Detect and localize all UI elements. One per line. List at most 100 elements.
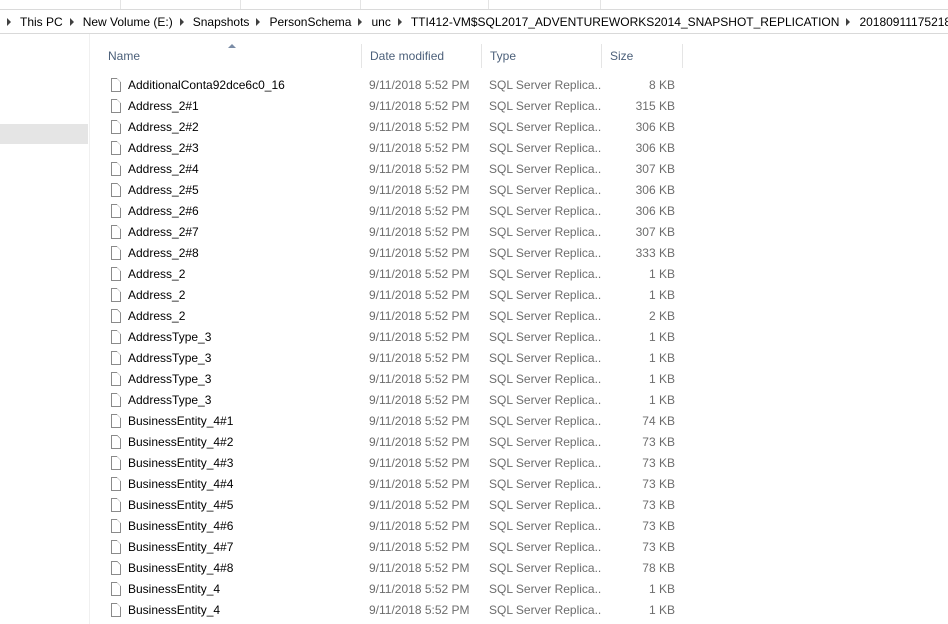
file-name-cell: Address_2#2 [100, 119, 361, 134]
file-date-modified: 9/11/2018 5:52 PM [369, 413, 470, 428]
pane-divider[interactable] [89, 34, 90, 624]
file-row[interactable]: BusinessEntity_4#2 9/11/2018 5:52 PM SQL S… [100, 431, 683, 452]
file-row[interactable]: AdditionalConta92dce6c0_16 9/11/2018 5:52… [100, 74, 683, 95]
chevron-right-icon[interactable] [69, 17, 74, 26]
column-header-type[interactable]: Type [482, 44, 602, 68]
file-name-cell: Address_2#8 [100, 245, 361, 260]
chevron-right-icon[interactable] [397, 17, 402, 26]
breadcrumb-item[interactable]: unc [351, 11, 391, 33]
file-row[interactable]: Address_2#3 9/11/2018 5:52 PM SQL Server R… [100, 137, 683, 158]
ribbon-divider [488, 0, 489, 9]
chevron-right-icon[interactable] [179, 17, 184, 26]
file-row[interactable]: Address_2#2 9/11/2018 5:52 PM SQL Server R… [100, 116, 683, 137]
file-size: 306 KB [635, 119, 675, 134]
file-row[interactable]: BusinessEntity_4#7 9/11/2018 5:52 PM SQL S… [100, 536, 683, 557]
column-header-name[interactable]: Name [100, 44, 362, 68]
file-row[interactable]: Address_2#8 9/11/2018 5:52 PM SQL Server R… [100, 242, 683, 263]
file-date-modified: 9/11/2018 5:52 PM [369, 287, 470, 302]
file-type: SQL Server Replica... [489, 602, 601, 617]
file-name: Address_2#7 [128, 224, 199, 239]
file-explorer-window: This PC New Volume (E:) Snapshots PersonSch… [0, 0, 948, 624]
file-name-cell: Address_2#4 [100, 161, 361, 176]
file-icon [111, 371, 121, 386]
breadcrumb-item[interactable]: Snapshots [173, 11, 249, 33]
file-row[interactable]: AddressType_3 9/11/2018 5:52 PM SQL Server… [100, 368, 683, 389]
file-icon [111, 602, 121, 617]
file-type: SQL Server Replica... [489, 413, 601, 428]
file-type: SQL Server Replica... [489, 203, 601, 218]
file-icon [111, 392, 121, 407]
chevron-right-icon[interactable] [7, 17, 11, 26]
breadcrumb-item[interactable]: PersonSchema [249, 11, 351, 33]
file-name: BusinessEntity_4#7 [128, 539, 234, 554]
file-row[interactable]: BusinessEntity_4#5 9/11/2018 5:52 PM SQL S… [100, 494, 683, 515]
file-size: 1 KB [648, 287, 675, 302]
file-icon [111, 98, 121, 113]
chevron-right-icon[interactable] [256, 17, 261, 26]
file-date-modified: 9/11/2018 5:52 PM [369, 245, 470, 260]
file-size: 73 KB [642, 518, 675, 533]
file-type: SQL Server Replica... [489, 350, 601, 365]
file-row[interactable]: BusinessEntity_4 9/11/2018 5:52 PM SQL Ser… [100, 578, 683, 599]
breadcrumb-item[interactable]: New Volume (E:) [63, 11, 173, 33]
file-row[interactable]: BusinessEntity_4 9/11/2018 5:52 PM SQL Ser… [100, 599, 683, 620]
file-type: SQL Server Replica... [489, 476, 601, 491]
file-name: BusinessEntity_4 [128, 581, 221, 596]
file-row[interactable]: AddressType_3 9/11/2018 5:52 PM SQL Server… [100, 389, 683, 410]
file-date-modified: 9/11/2018 5:52 PM [369, 350, 470, 365]
file-name-cell: BusinessEntity_4#7 [100, 539, 361, 554]
file-row[interactable]: BusinessEntity_4#3 9/11/2018 5:52 PM SQL S… [100, 452, 683, 473]
address-bar[interactable]: This PC New Volume (E:) Snapshots PersonSch… [0, 10, 948, 34]
file-name: AdditionalConta92dce6c0_16 [128, 77, 285, 92]
file-size: 74 KB [642, 413, 675, 428]
file-date-modified: 9/11/2018 5:52 PM [369, 98, 470, 113]
navigation-pane[interactable] [0, 34, 89, 624]
file-row[interactable]: AddressType_3 9/11/2018 5:52 PM SQL Server… [100, 326, 683, 347]
breadcrumb-item[interactable]: TTI412-VM$SQL2017_ADVENTUREWORKS2014_SNA… [391, 11, 839, 33]
navigation-selected-item[interactable] [0, 124, 88, 144]
file-row[interactable]: Address_2 9/11/2018 5:52 PM SQL Server Rep… [100, 305, 683, 326]
file-name: Address_2#8 [128, 245, 199, 260]
column-header-date[interactable]: Date modified [362, 44, 482, 68]
file-row[interactable]: BusinessEntity_4#8 9/11/2018 5:52 PM SQL S… [100, 557, 683, 578]
file-row[interactable]: Address_2#4 9/11/2018 5:52 PM SQL Server R… [100, 158, 683, 179]
file-type: SQL Server Replica... [489, 98, 601, 113]
file-size: 2 KB [648, 308, 675, 323]
file-type: SQL Server Replica... [489, 161, 601, 176]
file-row[interactable]: Address_2 9/11/2018 5:52 PM SQL Server Rep… [100, 263, 683, 284]
file-type: SQL Server Replica... [489, 266, 601, 281]
file-icon [111, 413, 121, 428]
file-type: SQL Server Replica... [489, 392, 601, 407]
file-name: BusinessEntity_4#1 [128, 413, 234, 428]
file-row[interactable]: Address_2 9/11/2018 5:52 PM SQL Server Rep… [100, 284, 683, 305]
file-row[interactable]: BusinessEntity_4#4 9/11/2018 5:52 PM SQL S… [100, 473, 683, 494]
file-row[interactable]: AddressType_3 9/11/2018 5:52 PM SQL Server… [100, 347, 683, 368]
file-row[interactable]: BusinessEntity_4#6 9/11/2018 5:52 PM SQL S… [100, 515, 683, 536]
column-header-type-label: Type [490, 49, 517, 63]
chevron-right-icon[interactable] [846, 17, 851, 26]
file-row[interactable]: BusinessEntity_4#1 9/11/2018 5:52 PM SQL S… [100, 410, 683, 431]
file-type: SQL Server Replica... [489, 539, 601, 554]
file-row[interactable]: Address_2#6 9/11/2018 5:52 PM SQL Server R… [100, 200, 683, 221]
file-icon [111, 203, 121, 218]
column-header-size[interactable]: Size [602, 44, 683, 68]
file-row[interactable]: Address_2#1 9/11/2018 5:52 PM SQL Server R… [100, 95, 683, 116]
file-date-modified: 9/11/2018 5:52 PM [369, 392, 470, 407]
file-name: Address_2#4 [128, 161, 199, 176]
file-row[interactable]: Address_2#7 9/11/2018 5:52 PM SQL Server R… [100, 221, 683, 242]
file-name-cell: BusinessEntity_4#5 [100, 497, 361, 512]
file-name-cell: BusinessEntity_4#6 [100, 518, 361, 533]
file-type: SQL Server Replica... [489, 182, 601, 197]
file-name: Address_2 [128, 308, 186, 323]
file-row[interactable]: Address_2#5 9/11/2018 5:52 PM SQL Server R… [100, 179, 683, 200]
file-name: BusinessEntity_4 [128, 602, 221, 617]
file-size: 1 KB [648, 371, 675, 386]
file-size: 78 KB [642, 560, 675, 575]
column-header-size-label: Size [610, 49, 634, 63]
file-type: SQL Server Replica... [489, 119, 601, 134]
chevron-right-icon[interactable] [358, 17, 363, 26]
breadcrumb-item[interactable]: 20180911175218 [839, 11, 948, 33]
breadcrumb-item[interactable]: This PC [0, 11, 63, 33]
file-type: SQL Server Replica... [489, 434, 601, 449]
file-type: SQL Server Replica... [489, 518, 601, 533]
